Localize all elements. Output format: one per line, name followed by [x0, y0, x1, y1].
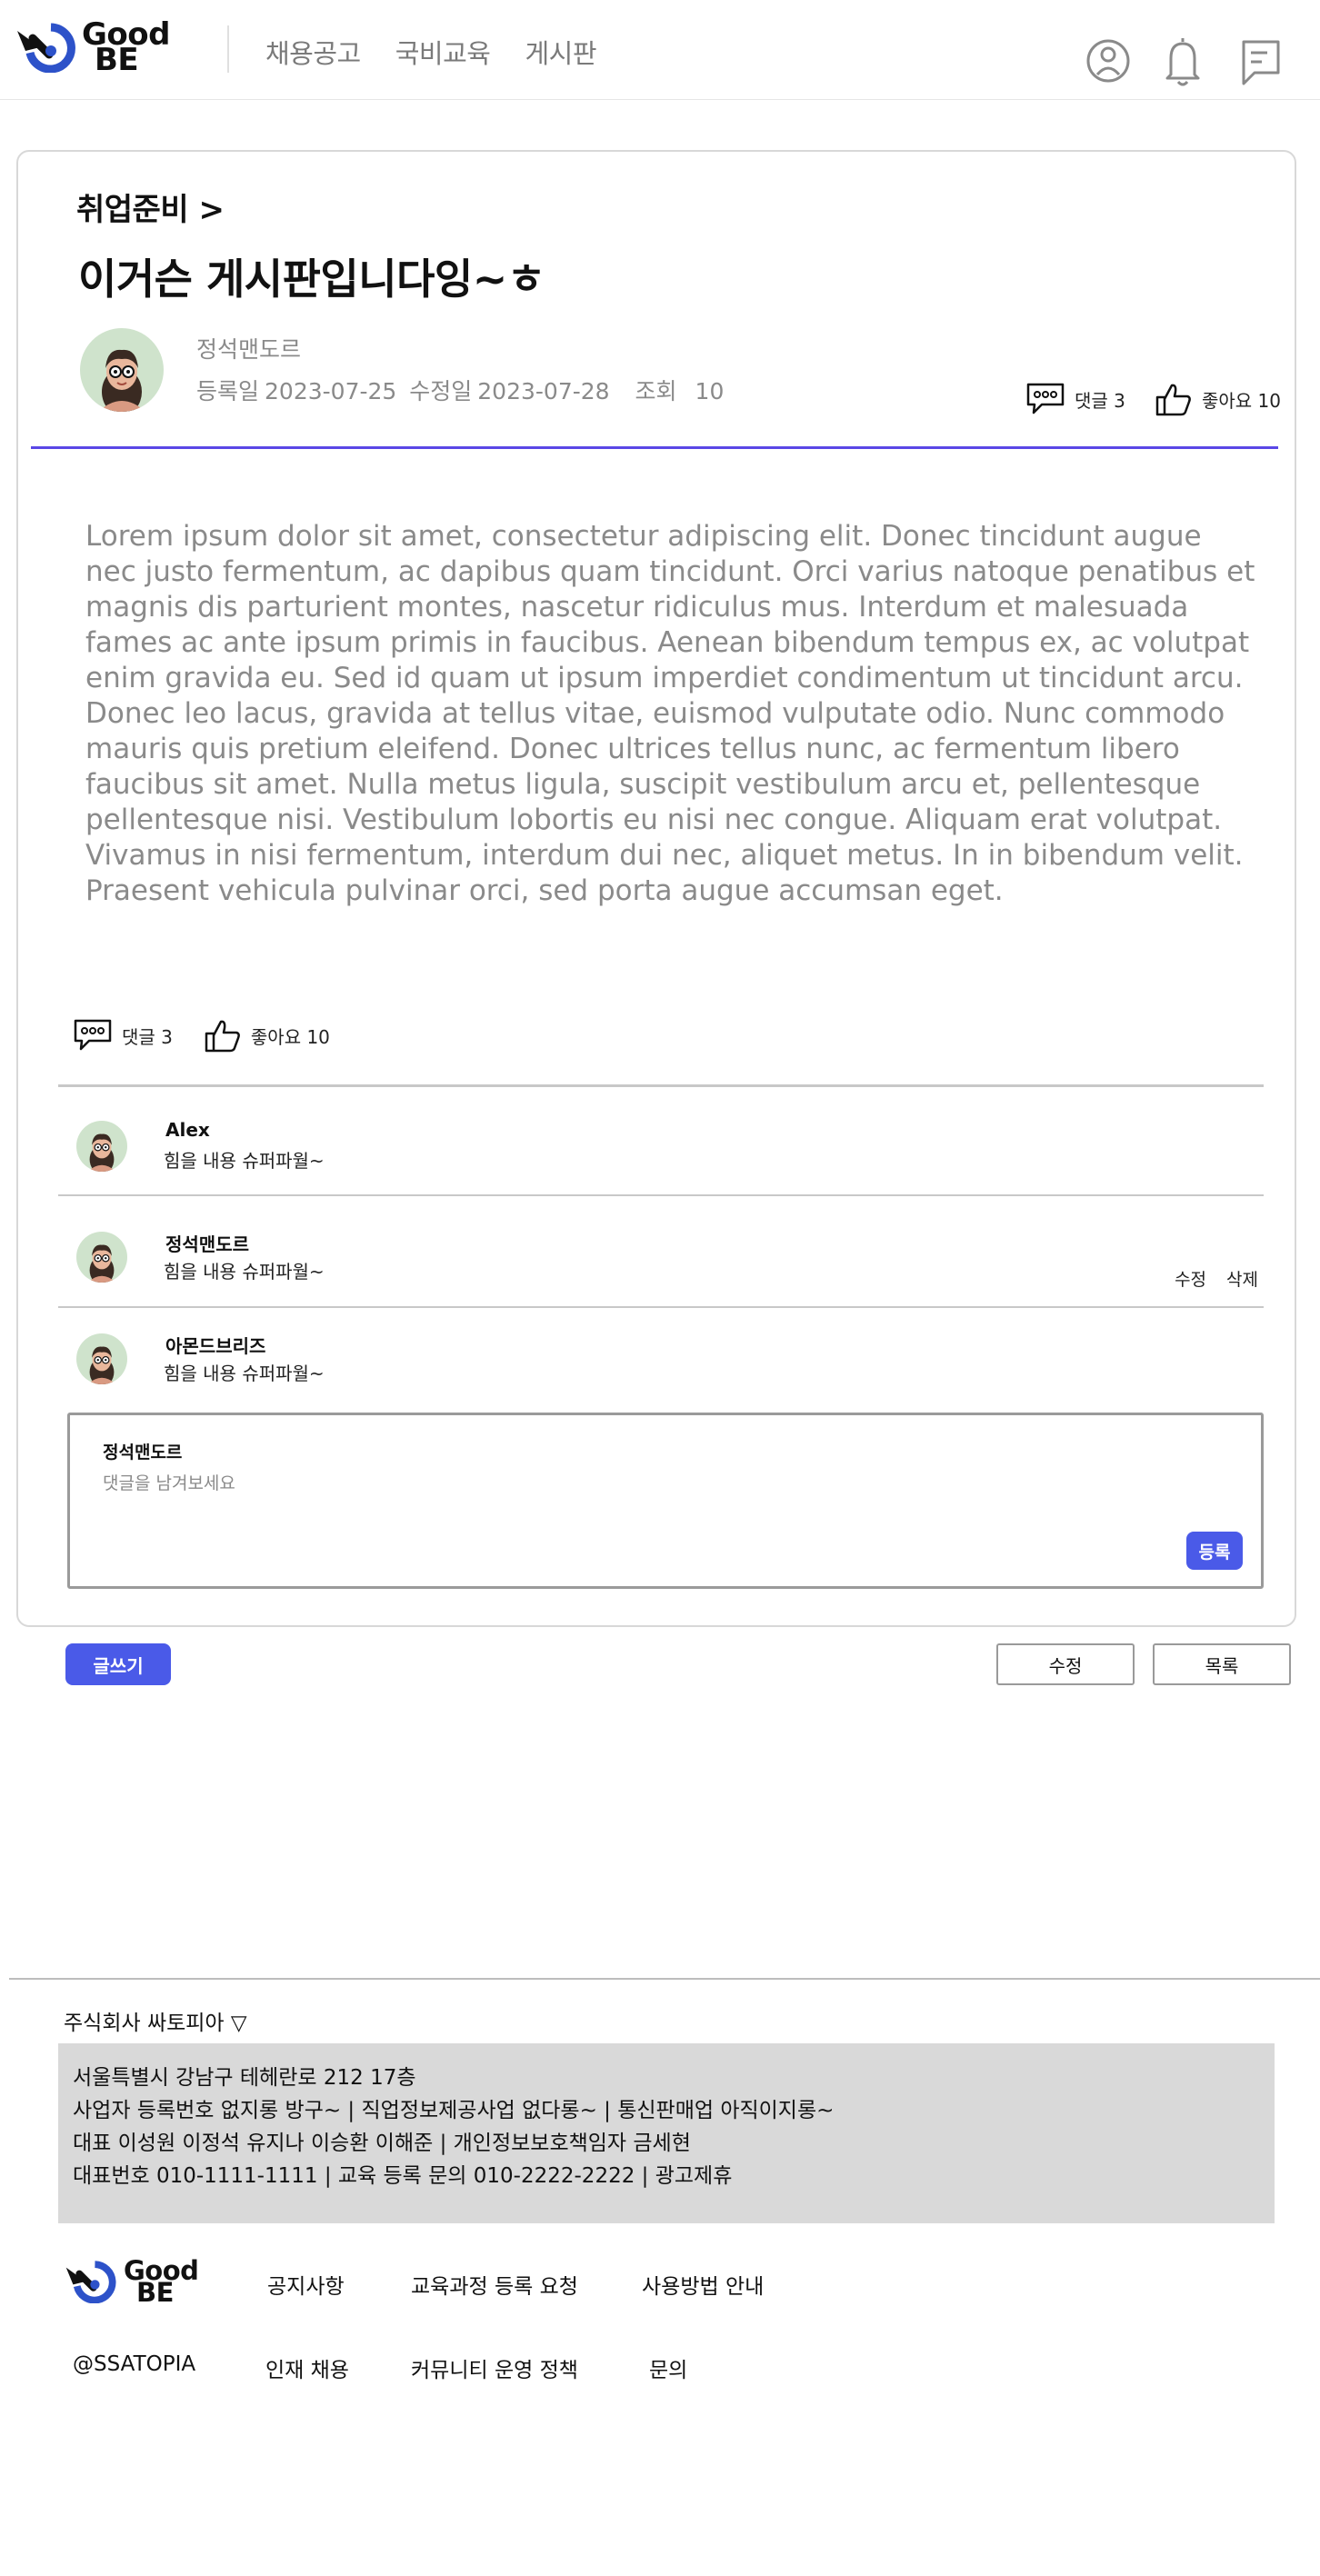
logo-mark-icon	[65, 2261, 116, 2303]
commenter-name[interactable]: Alex	[165, 1119, 210, 1141]
comment-submit-button[interactable]: 등록	[1186, 1532, 1243, 1570]
footer-logo-text: Good BE	[124, 2258, 199, 2306]
thumbs-up-icon	[205, 1020, 240, 1053]
footer-link-guide[interactable]: 사용방법 안내	[642, 2269, 764, 2300]
memoji-icon	[87, 1244, 116, 1283]
comment-count-bottom[interactable]: 댓글 3	[73, 1017, 173, 1053]
comment-separator	[58, 1306, 1264, 1308]
views-count: 10	[695, 378, 725, 404]
memoji-icon	[87, 1346, 116, 1384]
memoji-icon	[98, 349, 145, 412]
commenter-avatar[interactable]	[76, 1232, 127, 1283]
header-divider	[227, 25, 229, 73]
comment-item: Alex 힘을 내용 슈퍼파월~	[76, 1117, 1258, 1181]
comment-input[interactable]	[103, 1473, 1012, 1493]
commenter-avatar[interactable]	[76, 1333, 127, 1384]
comment-form-user: 정석맨도르	[103, 1443, 183, 1463]
like-count-bottom[interactable]: 좋아요 10	[204, 1017, 330, 1053]
comment-count-label: 댓글 3	[122, 1025, 173, 1048]
speech-bubble-icon	[1026, 383, 1065, 414]
speech-bubble-icon	[74, 1019, 112, 1051]
views-label: 조회	[635, 378, 677, 404]
breadcrumb[interactable]: 취업준비 >	[76, 185, 225, 229]
footer-link-contact[interactable]: 문의	[649, 2352, 687, 2383]
footer-handle[interactable]: @SSATOPIA	[73, 2352, 195, 2376]
comment-item: 정석맨도르 힘을 내용 슈퍼파월~ 수정 삭제	[76, 1228, 1258, 1292]
list-button[interactable]: 목록	[1153, 1643, 1291, 1685]
footer-link-community-policy[interactable]: 커뮤니티 운영 정책	[411, 2352, 578, 2383]
footer-link-notice[interactable]: 공지사항	[267, 2269, 345, 2300]
created-date: 2023-07-25	[265, 378, 397, 404]
logo[interactable]: Good BE	[15, 19, 196, 75]
like-count-label: 좋아요 10	[1202, 389, 1282, 412]
comment-count-label: 댓글 3	[1075, 389, 1125, 412]
like-count-label: 좋아요 10	[250, 1025, 330, 1048]
company-address: 서울특별시 강남구 테헤란로 212 17층	[73, 2066, 416, 2090]
comment-text: 힘을 내용 슈퍼파월~	[164, 1261, 325, 1283]
company-toggle[interactable]: 주식회사 싸토피아 ▽	[64, 2005, 247, 2036]
footer-link-course-request[interactable]: 교육과정 등록 요청	[411, 2269, 578, 2300]
created-label: 등록일	[196, 378, 260, 404]
post-body: Lorem ipsum dolor sit amet, consectetur …	[85, 520, 1255, 907]
logo-text: Good BE	[82, 19, 170, 75]
updated-label: 수정일	[409, 378, 473, 404]
edit-post-button[interactable]: 수정	[996, 1643, 1135, 1685]
logo-mark-icon	[17, 23, 75, 73]
commenter-name[interactable]: 정석맨도르	[165, 1230, 249, 1256]
thumbs-up-icon	[1155, 384, 1191, 416]
commenter-avatar[interactable]	[76, 1121, 127, 1172]
memoji-icon	[87, 1133, 116, 1172]
message-icon[interactable]	[1236, 33, 1285, 89]
comment-form: 정석맨도르 등록	[67, 1413, 1264, 1589]
footer-logo[interactable]: Good BE	[62, 2258, 225, 2306]
nav-board[interactable]: 게시판	[525, 33, 596, 71]
footer-link-careers[interactable]: 인재 채용	[265, 2352, 349, 2383]
site-header: Good BE 채용공고 국비교육 게시판	[0, 0, 1320, 100]
user-icon[interactable]	[1084, 33, 1133, 89]
post-card: 취업준비 > 이거슨 게시판입니다잉~ㅎ 정석맨도르 등록일 2023-07-25…	[16, 150, 1296, 1627]
comment-separator	[58, 1194, 1264, 1196]
comment-text: 힘을 내용 슈퍼파월~	[164, 1363, 325, 1384]
comment-count-top[interactable]: 댓글 3	[1025, 381, 1125, 417]
comments-divider	[58, 1084, 1264, 1087]
main-nav: 채용공고 국비교육 게시판	[265, 33, 597, 71]
company-registration: 사업자 등록번호 없지롱 방구~ | 직업정보제공사업 없다롱~ | 통신판매업…	[73, 2099, 835, 2122]
comment-text: 힘을 내용 슈퍼파월~	[164, 1150, 325, 1172]
commenter-name[interactable]: 아몬드브리즈	[165, 1332, 265, 1358]
comment-actions: 수정 삭제	[1175, 1266, 1258, 1291]
company-contact: 대표번호 010-1111-1111 | 교육 등록 문의 010-2222-2…	[73, 2164, 733, 2188]
company-info: 서울특별시 강남구 테헤란로 212 17층 사업자 등록번호 없지롱 방구~ …	[58, 2043, 1275, 2223]
post-meta: 등록일 2023-07-25 수정일 2023-07-28 조회 10	[196, 374, 729, 406]
nav-jobs[interactable]: 채용공고	[265, 33, 361, 71]
like-count-top[interactable]: 좋아요 10	[1155, 381, 1281, 417]
comment-item: 아몬드브리즈 힘을 내용 슈퍼파월~	[76, 1330, 1258, 1393]
author-name[interactable]: 정석맨도르	[196, 332, 301, 364]
author-avatar[interactable]	[80, 328, 164, 412]
nav-education[interactable]: 국비교육	[395, 33, 491, 71]
bell-icon[interactable]	[1158, 33, 1207, 89]
comment-edit-button[interactable]: 수정	[1175, 1266, 1206, 1291]
comment-delete-button[interactable]: 삭제	[1226, 1266, 1258, 1291]
updated-date: 2023-07-28	[477, 378, 610, 404]
post-stats-bottom: 댓글 3 좋아요 10	[73, 1017, 330, 1053]
title-divider	[31, 446, 1278, 449]
post-title: 이거슨 게시판입니다잉~ㅎ	[78, 255, 545, 304]
footer-divider	[9, 1978, 1320, 1980]
company-representatives: 대표 이성원 이정석 유지나 이승환 이해준 | 개인정보보호책임자 금세현	[73, 2132, 691, 2155]
write-post-button[interactable]: 글쓰기	[65, 1643, 171, 1685]
